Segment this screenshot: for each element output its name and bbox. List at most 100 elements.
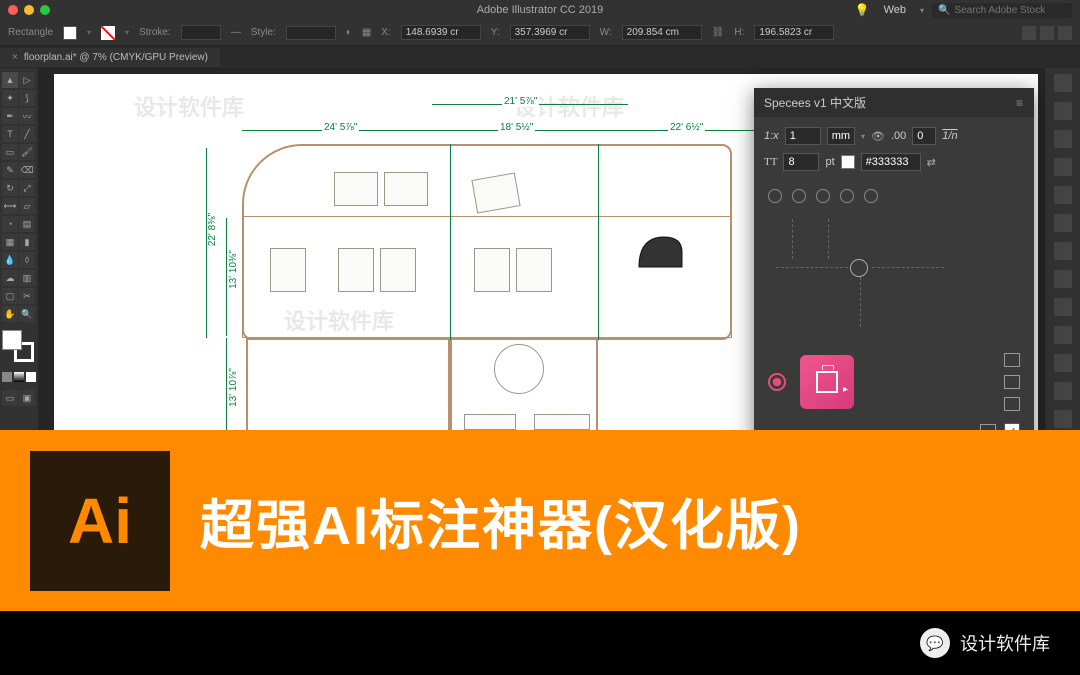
color-panel-icon[interactable] [1054, 130, 1072, 148]
eyedropper-tool[interactable]: 💧 [2, 252, 18, 268]
anchor-point-option[interactable] [864, 189, 878, 203]
opacity-icon[interactable]: ◐ [346, 27, 352, 38]
anchor-point-option[interactable] [840, 189, 854, 203]
fill-swatch[interactable] [63, 26, 77, 40]
maximize-button[interactable] [40, 5, 50, 15]
align-icon[interactable]: ▦ [362, 27, 371, 38]
none-mode-icon[interactable] [26, 372, 36, 382]
document-profile-dropdown[interactable]: Web [878, 2, 912, 18]
visibility-icon[interactable]: 👁 [871, 130, 885, 143]
anchor-point-option[interactable] [768, 189, 782, 203]
selection-tool[interactable]: ▲ [2, 72, 18, 88]
stroke-weight-input[interactable] [181, 25, 221, 40]
paintbrush-tool[interactable]: 🖌 [19, 144, 35, 160]
dimension-label: 13' 10⅜" [228, 248, 239, 291]
spec-mode-icon[interactable] [1004, 397, 1020, 411]
asset-export-panel-icon[interactable] [1054, 382, 1072, 400]
curvature-tool[interactable]: 〰 [19, 108, 35, 124]
create-spec-button[interactable]: ▸ [800, 355, 854, 409]
panel-menu-icon[interactable]: ≡ [1016, 96, 1024, 110]
properties-panel-icon[interactable] [1054, 74, 1072, 92]
width-tool[interactable]: ⟷ [2, 198, 18, 214]
graph-tool[interactable]: ▥ [19, 270, 35, 286]
pen-tool[interactable]: ✒ [2, 108, 18, 124]
furniture-table [474, 248, 510, 292]
gradient-panel-icon[interactable] [1054, 270, 1072, 288]
w-input[interactable] [622, 25, 702, 40]
swatches-panel-icon[interactable] [1054, 158, 1072, 176]
appearance-panel-icon[interactable] [1054, 326, 1072, 344]
shape-builder-tool[interactable]: ◔ [2, 216, 18, 232]
document-tab[interactable]: × floorplan.ai* @ 7% (CMYK/GPU Preview) [0, 48, 220, 67]
stroke-swatch[interactable] [101, 26, 115, 40]
y-input[interactable] [510, 25, 590, 40]
settings-icon[interactable]: ⇄ [927, 156, 936, 169]
zoom-tool[interactable]: 🔍 [19, 306, 35, 322]
spec-mode-icon[interactable] [1004, 375, 1020, 389]
h-input[interactable] [754, 25, 834, 40]
anchor-point-option[interactable] [792, 189, 806, 203]
stroke-width-icon[interactable]: — [231, 27, 241, 38]
artboards-panel-icon[interactable] [1054, 410, 1072, 428]
hex-input[interactable] [861, 153, 921, 171]
hand-tool[interactable]: ✋ [2, 306, 18, 322]
fill-color[interactable] [2, 330, 22, 350]
shaper-tool[interactable]: ✎ [2, 162, 18, 178]
partition-line [450, 144, 451, 340]
close-tab-icon[interactable]: × [12, 52, 18, 63]
scale-tool[interactable]: ⤢ [19, 180, 35, 196]
rectangle-tool[interactable]: ▭ [2, 144, 18, 160]
ratio-input[interactable] [785, 127, 821, 145]
screen-mode-icon[interactable]: ▭ [2, 390, 18, 406]
h-label: H: [734, 27, 744, 38]
minimize-button[interactable] [24, 5, 34, 15]
mesh-tool[interactable]: ▦ [2, 234, 18, 250]
tips-icon[interactable]: 💡 [855, 3, 870, 17]
arrange-icon[interactable] [1022, 26, 1036, 40]
rotate-tool[interactable]: ↻ [2, 180, 18, 196]
shape-type-label: Rectangle [8, 27, 53, 38]
panel-menu-icon[interactable] [1058, 26, 1072, 40]
fill-stroke-control[interactable] [2, 330, 34, 362]
layers-panel-icon[interactable] [1054, 354, 1072, 372]
eraser-tool[interactable]: ⌫ [19, 162, 35, 178]
search-input[interactable] [954, 5, 1066, 16]
anchor-center-icon[interactable] [850, 259, 868, 277]
color-mode-icon[interactable] [2, 372, 12, 382]
x-input[interactable] [401, 25, 481, 40]
specees-titlebar[interactable]: Specees v1 中文版 ≡ [754, 88, 1034, 117]
spec-mode-icon[interactable] [1004, 353, 1020, 367]
symbols-panel-icon[interactable] [1054, 214, 1072, 232]
symbol-tool[interactable]: ☁ [2, 270, 18, 286]
blend-tool[interactable]: ◊ [19, 252, 35, 268]
slice-tool[interactable]: ✂ [19, 288, 35, 304]
active-spec-indicator[interactable] [768, 373, 786, 391]
brushes-panel-icon[interactable] [1054, 186, 1072, 204]
change-screen-icon[interactable]: ▣ [19, 390, 35, 406]
furniture-piano [634, 232, 684, 272]
search-field[interactable]: 🔍 [932, 3, 1072, 18]
magic-wand-tool[interactable]: ✦ [2, 90, 18, 106]
precision-input[interactable] [912, 127, 936, 145]
artboard-tool[interactable]: ▢ [2, 288, 18, 304]
libraries-panel-icon[interactable] [1054, 102, 1072, 120]
transparency-panel-icon[interactable] [1054, 298, 1072, 316]
text-size-input[interactable] [783, 153, 819, 171]
link-icon[interactable]: ⛓ [712, 27, 725, 38]
gradient-tool[interactable]: ▮ [19, 234, 35, 250]
style-dropdown[interactable] [286, 26, 336, 40]
gradient-mode-icon[interactable] [14, 372, 24, 382]
direct-selection-tool[interactable]: ▷ [19, 72, 35, 88]
text-color-swatch[interactable] [841, 155, 855, 169]
type-tool[interactable]: T [2, 126, 18, 142]
close-button[interactable] [8, 5, 18, 15]
line-tool[interactable]: ╱ [19, 126, 35, 142]
stroke-panel-icon[interactable] [1054, 242, 1072, 260]
anchor-point-option[interactable] [816, 189, 830, 203]
perspective-tool[interactable]: ▤ [19, 216, 35, 232]
unit-dropdown[interactable]: mm [827, 127, 855, 145]
arrange-icon[interactable] [1040, 26, 1054, 40]
free-transform-tool[interactable]: ▱ [19, 198, 35, 214]
furniture-table [384, 172, 428, 206]
lasso-tool[interactable]: ⟆ [19, 90, 35, 106]
